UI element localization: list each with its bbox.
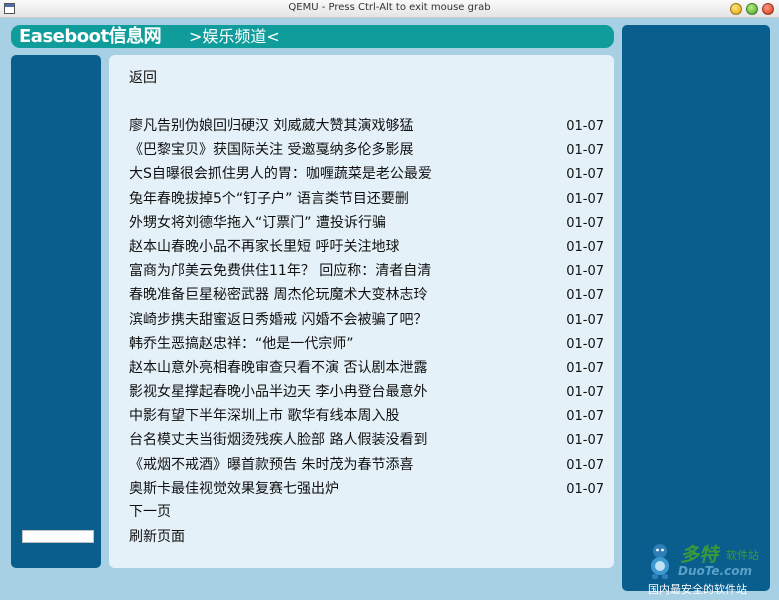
news-item[interactable]: 外甥女将刘德华拖入“订票门” 遭投诉行骗 01-07 (109, 214, 614, 238)
news-date: 01-07 (566, 409, 604, 425)
right-sidebar (622, 25, 770, 591)
news-title[interactable]: 滨崎步携夫甜蜜返日秀婚戒 闪婚不会被骗了吧？ (129, 311, 427, 329)
news-date: 01-07 (566, 143, 604, 159)
news-title[interactable]: 廖凡告别伪娘回归硬汉 刘威葳大赞其演戏够猛 (129, 117, 413, 135)
news-item[interactable]: 《戒烟不戒酒》曝首款预告 朱时茂为春节添喜 01-07 (109, 456, 614, 480)
content-panel: 返回 廖凡告别伪娘回归硬汉 刘威葳大赞其演戏够猛 01-07 《巴黎宝贝》获国际… (109, 55, 614, 568)
news-date: 01-07 (566, 288, 604, 304)
news-date: 01-07 (566, 360, 604, 376)
back-link[interactable]: 返回 (129, 69, 157, 87)
watermark-subtitle: 软件站 (726, 549, 759, 562)
news-title[interactable]: 影视女星撑起春晚小品半边天 李小冉登台最意外 (129, 383, 427, 401)
news-title[interactable]: 兔年春晚拔掉5个“钉子户” 语言类节目还要删 (129, 190, 409, 208)
window-titlebar[interactable]: QEMU - Press Ctrl-Alt to exit mouse grab (0, 0, 779, 18)
news-title[interactable]: 韩乔生恶搞赵忠祥：“他是一代宗师” (129, 335, 354, 353)
site-header-bar: Easeboot信息网 >娱乐频道< (11, 25, 614, 48)
guest-screen: Easeboot信息网 >娱乐频道< 返回 廖凡告别伪娘回归硬汉 刘威葳大赞其演… (0, 18, 779, 600)
news-date: 01-07 (566, 385, 604, 401)
news-title[interactable]: 奥斯卡最佳视觉效果复赛七强出炉 (129, 480, 339, 498)
news-title[interactable]: 赵本山春晚小品不再家长里短 呼吁关注地球 (129, 238, 399, 256)
news-title[interactable]: 《戒烟不戒酒》曝首款预告 朱时茂为春节添喜 (129, 456, 413, 474)
news-item[interactable]: 台名模丈夫当街烟烫残疾人脸部 路人假装没看到 01-07 (109, 431, 614, 455)
sidebar-input-field[interactable] (22, 530, 94, 543)
next-page-link[interactable]: 下一页 (129, 503, 171, 521)
news-item[interactable]: 中影有望下半年深圳上市 歌华有线本周入股 01-07 (109, 407, 614, 431)
news-item[interactable]: 廖凡告别伪娘回归硬汉 刘威葳大赞其演戏够猛 01-07 (109, 117, 614, 141)
news-date: 01-07 (566, 481, 604, 497)
news-date: 01-07 (566, 336, 604, 352)
news-title[interactable]: 中影有望下半年深圳上市 歌华有线本周入股 (129, 407, 399, 425)
news-item[interactable]: 奥斯卡最佳视觉效果复赛七强出炉 01-07 (109, 480, 614, 504)
news-date: 01-07 (566, 191, 604, 207)
news-date: 01-07 (566, 264, 604, 280)
news-item[interactable]: 影视女星撑起春晚小品半边天 李小冉登台最意外 01-07 (109, 383, 614, 407)
news-date: 01-07 (566, 215, 604, 231)
maximize-button[interactable] (746, 3, 758, 15)
news-item[interactable]: 赵本山意外亮相春晚审查只看不演 否认剧本泄露 01-07 (109, 359, 614, 383)
site-name: Easeboot信息网 (19, 26, 162, 47)
news-title[interactable]: 春晚准备巨星秘密武器 周杰伦玩魔术大变林志玲 (129, 286, 427, 304)
news-title[interactable]: 《巴黎宝贝》获国际关注 受邀戛纳多伦多影展 (129, 141, 413, 159)
news-date: 01-07 (566, 239, 604, 255)
news-item[interactable]: 赵本山春晚小品不再家长里短 呼吁关注地球 01-07 (109, 238, 614, 262)
watermark-title: 多特 (680, 544, 719, 566)
channel-title: >娱乐频道< (189, 27, 280, 46)
window-title: QEMU - Press Ctrl-Alt to exit mouse grab (288, 2, 491, 13)
left-sidebar (11, 55, 101, 568)
refresh-page-link[interactable]: 刷新页面 (129, 528, 185, 546)
watermark-tagline: 国内最安全的软件站 (648, 583, 747, 596)
watermark-url: DuoTe.com (678, 564, 752, 578)
news-title[interactable]: 台名模丈夫当街烟烫残疾人脸部 路人假装没看到 (129, 431, 427, 449)
news-item[interactable]: 《巴黎宝贝》获国际关注 受邀戛纳多伦多影展 01-07 (109, 141, 614, 165)
news-item[interactable]: 富商为邝美云免费供住11年？ 回应称：清者自清 01-07 (109, 262, 614, 286)
news-item[interactable]: 兔年春晚拔掉5个“钉子户” 语言类节目还要删 01-07 (109, 190, 614, 214)
news-title[interactable]: 大S自曝很会抓住男人的胃：咖喱蔬菜是老公最爱 (129, 165, 432, 183)
news-item[interactable]: 大S自曝很会抓住男人的胃：咖喱蔬菜是老公最爱 01-07 (109, 165, 614, 189)
news-item[interactable]: 韩乔生恶搞赵忠祥：“他是一代宗师” 01-07 (109, 335, 614, 359)
news-list: 廖凡告别伪娘回归硬汉 刘威葳大赞其演戏够猛 01-07 《巴黎宝贝》获国际关注 … (109, 117, 614, 504)
news-date: 01-07 (566, 433, 604, 449)
news-title[interactable]: 外甥女将刘德华拖入“订票门” 遭投诉行骗 (129, 214, 386, 232)
news-item[interactable]: 春晚准备巨星秘密武器 周杰伦玩魔术大变林志玲 01-07 (109, 286, 614, 310)
news-title[interactable]: 富商为邝美云免费供住11年？ 回应称：清者自清 (129, 262, 431, 280)
duote-watermark: 多特 软件站 DuoTe.com 国内最安全的软件站 (640, 540, 776, 600)
news-date: 01-07 (566, 167, 604, 183)
mascot-icon (651, 544, 669, 579)
news-date: 01-07 (566, 312, 604, 328)
close-button[interactable] (762, 3, 774, 15)
news-item[interactable]: 滨崎步携夫甜蜜返日秀婚戒 闪婚不会被骗了吧？ 01-07 (109, 311, 614, 335)
minimize-button[interactable] (730, 3, 742, 15)
news-title[interactable]: 赵本山意外亮相春晚审查只看不演 否认剧本泄露 (129, 359, 427, 377)
news-date: 01-07 (566, 457, 604, 473)
news-date: 01-07 (566, 119, 604, 134)
